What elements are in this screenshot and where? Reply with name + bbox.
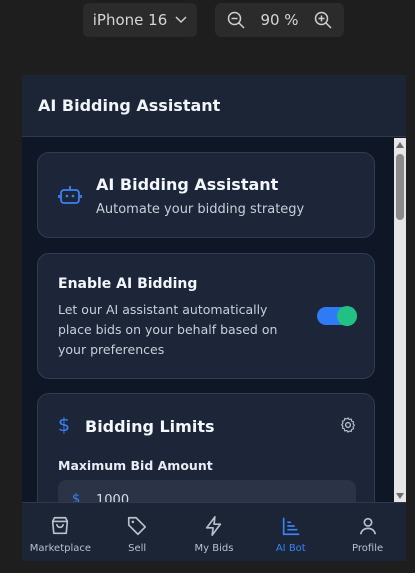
assistant-title: AI Bidding Assistant bbox=[96, 175, 279, 194]
zoom-control: 90 % bbox=[215, 3, 344, 37]
max-bid-label: Maximum Bid Amount bbox=[58, 458, 213, 473]
nav-my-bids[interactable]: My Bids bbox=[176, 503, 253, 561]
tag-icon bbox=[128, 516, 147, 536]
assistant-card: AI Bidding Assistant Automate your biddi… bbox=[37, 152, 375, 238]
nav-marketplace[interactable]: Marketplace bbox=[22, 503, 99, 561]
user-icon bbox=[359, 517, 376, 535]
phone-frame: AI Bidding Assistant AI Bidding Assistan… bbox=[22, 75, 406, 561]
robot-icon bbox=[58, 186, 82, 204]
bidding-limits-title: Bidding Limits bbox=[85, 417, 215, 436]
scroll-content: AI Bidding Assistant Automate your biddi… bbox=[22, 138, 396, 561]
gear-icon[interactable] bbox=[339, 416, 357, 434]
nav-label: AI Bot bbox=[275, 543, 306, 554]
zoom-out-button[interactable] bbox=[227, 11, 245, 29]
zoom-in-button[interactable] bbox=[314, 11, 332, 29]
zoom-out-icon bbox=[227, 11, 245, 29]
scrollbar[interactable] bbox=[394, 138, 406, 503]
device-select[interactable]: iPhone 16 bbox=[83, 3, 197, 37]
shopping-bag-icon bbox=[52, 516, 69, 535]
enable-ai-title: Enable AI Bidding bbox=[58, 276, 198, 292]
enable-ai-card: Enable AI Bidding Let our AI assistant a… bbox=[37, 253, 375, 379]
scroll-thumb[interactable] bbox=[396, 154, 404, 220]
chart-icon bbox=[282, 517, 300, 536]
chevron-down-icon bbox=[175, 16, 187, 24]
nav-ai-bot[interactable]: AI Bot bbox=[252, 503, 329, 561]
nav-label: Marketplace bbox=[29, 543, 92, 554]
toggle-knob bbox=[337, 306, 357, 326]
nav-sell[interactable]: Sell bbox=[99, 503, 176, 561]
bottom-nav: Marketplace Sell My Bids AI Bot Profile bbox=[22, 502, 406, 561]
nav-label: Sell bbox=[128, 543, 147, 554]
nav-label: My Bids bbox=[194, 543, 234, 554]
assistant-subtitle: Automate your bidding strategy bbox=[96, 202, 305, 217]
enable-ai-toggle[interactable] bbox=[317, 306, 357, 326]
enable-ai-description: Let our AI assistant automatically place… bbox=[58, 302, 278, 357]
page-title: AI Bidding Assistant bbox=[38, 96, 221, 115]
nav-profile[interactable]: Profile bbox=[329, 503, 406, 561]
app-header: AI Bidding Assistant bbox=[22, 75, 406, 137]
lightning-icon bbox=[205, 516, 222, 536]
dollar-icon: $ bbox=[58, 414, 71, 436]
device-name: iPhone 16 bbox=[92, 11, 168, 29]
zoom-in-icon bbox=[314, 11, 332, 29]
nav-label: Profile bbox=[352, 543, 384, 554]
scroll-up-arrow[interactable] bbox=[396, 142, 404, 148]
scroll-down-arrow[interactable] bbox=[396, 493, 404, 499]
zoom-level: 90 % bbox=[260, 11, 299, 29]
device-toolbar: iPhone 16 90 % bbox=[0, 0, 415, 44]
